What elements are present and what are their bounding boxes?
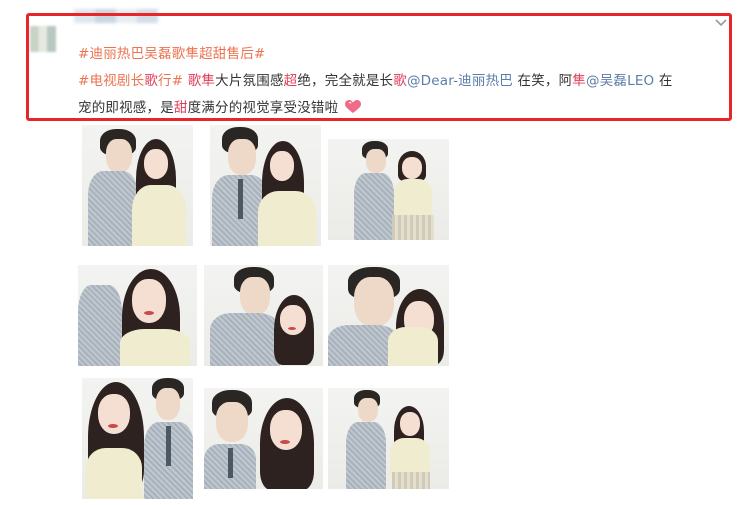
mention-link-wulei[interactable]: @吴磊LEO	[586, 73, 654, 89]
post-line-1: #迪丽热巴吴磊歌隼超甜售后#	[78, 41, 728, 68]
keyword-text: 歌隼	[183, 73, 216, 89]
post-text: #迪丽热巴吴磊歌隼超甜售后# #电视剧长歌行# 歌隼大片氛围感超绝，完全就是长歌…	[78, 41, 728, 122]
post-line-2: #电视剧长歌行# 歌隼大片氛围感超绝，完全就是长歌@Dear-迪丽热巴 在笑，阿…	[78, 73, 673, 89]
photo-6[interactable]	[328, 265, 449, 366]
topic-link-2[interactable]: #电视剧长歌行#	[78, 73, 183, 89]
photo-4[interactable]	[78, 265, 197, 366]
photo-7[interactable]	[82, 378, 193, 499]
heart-emoji-icon	[344, 100, 361, 113]
post-line-3: 宠的即视感，是甜度满分的视觉享受没错啦	[78, 95, 728, 122]
photo-2[interactable]	[210, 125, 321, 246]
photo-9[interactable]	[328, 388, 449, 489]
mention-link-dilireba[interactable]: @Dear-迪丽热巴	[407, 73, 513, 89]
topic-link-1[interactable]: #迪丽热巴吴磊歌隼超甜售后#	[78, 46, 265, 62]
photo-5[interactable]	[204, 265, 323, 366]
photo-3[interactable]	[328, 139, 449, 240]
photo-1[interactable]	[82, 125, 193, 246]
photo-8[interactable]	[204, 388, 323, 489]
